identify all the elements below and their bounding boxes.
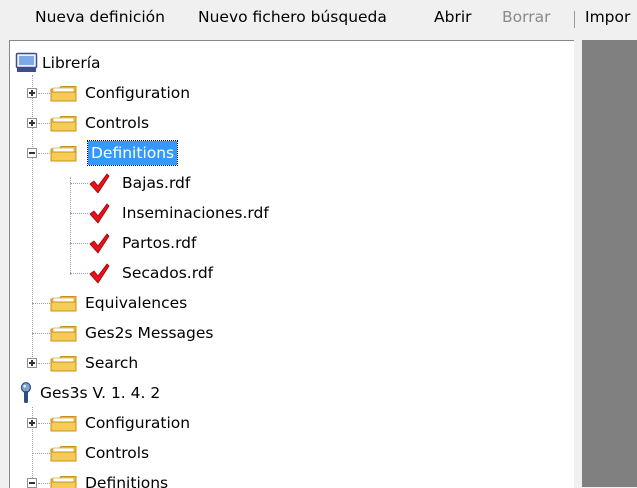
folder-icon [50, 476, 77, 488]
tree-node-label: Controls [85, 114, 150, 132]
tree-file-inseminaciones[interactable]: Inseminaciones.rdf [10, 200, 570, 226]
tree-node-label: Configuration [85, 84, 191, 102]
tree-node-configuration[interactable]: Configuration [10, 80, 570, 106]
tree-node-label: Equivalences [85, 294, 188, 312]
tree-node-equivalences[interactable]: Equivalences [10, 290, 570, 316]
toolbar-separator [574, 11, 575, 28]
tree-file-label: Secados.rdf [122, 264, 214, 282]
collapse-minus-icon[interactable] [27, 148, 37, 158]
tree-node-label: Configuration [85, 414, 191, 432]
folder-icon [50, 86, 77, 102]
checkmark-icon [89, 203, 110, 224]
tree-line [70, 213, 88, 214]
tree-line [38, 423, 50, 424]
tree-node-ges3s[interactable]: Ges3s V. 1. 4. 2 [10, 380, 570, 406]
importar-button[interactable]: Impor [585, 8, 630, 26]
tree-node-search[interactable]: Search [10, 350, 570, 376]
pin-icon [20, 382, 32, 403]
tree-node-controls[interactable]: Controls [10, 110, 570, 136]
tree-file-label: Partos.rdf [122, 234, 197, 252]
tree-node-label: Ges3s V. 1. 4. 2 [40, 384, 161, 402]
tree-file-label: Bajas.rdf [122, 174, 191, 192]
tree-file-secados[interactable]: Secados.rdf [10, 260, 570, 286]
folder-icon [50, 416, 77, 432]
folder-icon [50, 446, 77, 462]
tree-line [38, 483, 50, 484]
tree-file-label: Inseminaciones.rdf [122, 204, 269, 222]
toolbar: Nueva definición Nuevo fichero búsqueda … [0, 0, 637, 38]
monitor-icon [15, 52, 38, 72]
tree-line [38, 123, 50, 124]
expand-plus-icon[interactable] [27, 88, 37, 98]
nuevo-fichero-busqueda-button[interactable]: Nuevo fichero búsqueda [198, 8, 387, 26]
tree-node-label: Controls [85, 444, 150, 462]
tree-line [32, 333, 50, 334]
tree-line [70, 183, 88, 184]
tree-line [70, 273, 88, 274]
folder-open-icon [50, 146, 77, 162]
abrir-button[interactable]: Abrir [434, 8, 472, 26]
library-tree[interactable]: Librería Configuration Controls Definiti… [9, 40, 574, 488]
tree-line [38, 93, 50, 94]
tree-node-ges3s-definitions[interactable]: Definitions [10, 470, 570, 488]
tree-node-label: Ges2s Messages [85, 324, 214, 342]
tree-node-messages[interactable]: Ges2s Messages [10, 320, 570, 346]
tree-node-ges3s-controls[interactable]: Controls [10, 440, 570, 466]
folder-icon [50, 296, 77, 312]
folder-icon [50, 116, 77, 132]
tree-file-bajas[interactable]: Bajas.rdf [10, 170, 570, 196]
expand-plus-icon[interactable] [27, 358, 37, 368]
tree-node-label: Search [85, 354, 139, 372]
checkmark-icon [89, 233, 110, 254]
tree-line [38, 363, 50, 364]
tree-line [38, 153, 50, 154]
tree-line [32, 303, 50, 304]
tree-file-partos[interactable]: Partos.rdf [10, 230, 570, 256]
nueva-definicion-button[interactable]: Nueva definición [35, 8, 165, 26]
tree-node-libreria[interactable]: Librería [10, 50, 570, 76]
tree-line [32, 453, 50, 454]
checkmark-icon [89, 173, 110, 194]
checkmark-icon [89, 263, 110, 284]
borrar-button[interactable]: Borrar [502, 8, 550, 26]
expand-plus-icon[interactable] [27, 418, 37, 428]
content-panel [582, 40, 637, 487]
tree-node-label: Definitions [85, 474, 169, 488]
tree-node-label-selected: Definitions [86, 140, 179, 166]
tree-line [70, 243, 88, 244]
folder-icon [50, 356, 77, 372]
tree-node-definitions[interactable]: Definitions [10, 140, 570, 166]
tree-node-ges3s-configuration[interactable]: Configuration [10, 410, 570, 436]
expand-plus-icon[interactable] [27, 118, 37, 128]
folder-icon [50, 326, 77, 342]
tree-node-label: Librería [42, 54, 101, 72]
